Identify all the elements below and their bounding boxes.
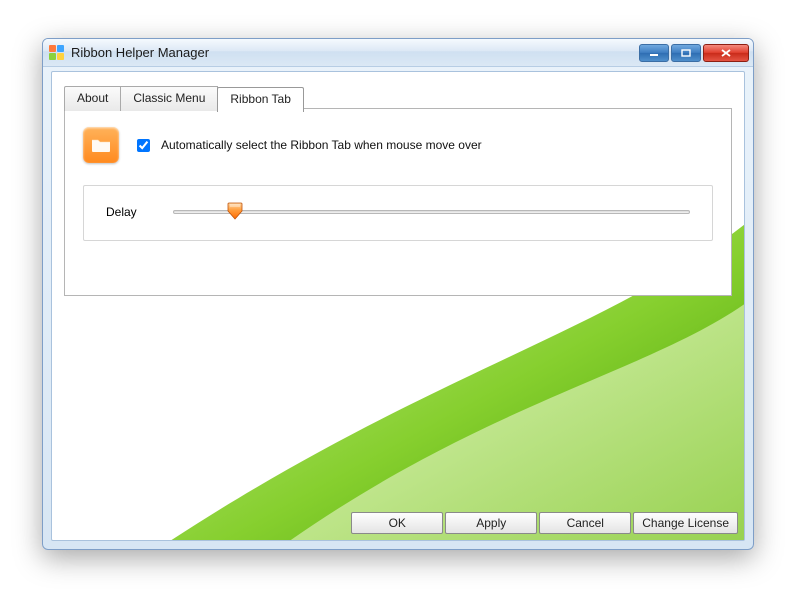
tabstrip: About Classic Menu Ribbon Tab [64, 86, 303, 111]
slider-track [173, 210, 690, 214]
titlebar[interactable]: Ribbon Helper Manager [43, 39, 753, 67]
button-label: Cancel [567, 516, 604, 530]
tab-ribbon-tab[interactable]: Ribbon Tab [217, 87, 304, 112]
client-area: About Classic Menu Ribbon Tab Automatica… [51, 71, 745, 541]
window-controls [637, 44, 749, 62]
slider-thumb-icon[interactable] [227, 202, 243, 220]
delay-group: Delay [83, 185, 713, 241]
change-license-button[interactable]: Change License [633, 512, 738, 534]
app-window: Ribbon Helper Manager [42, 38, 754, 550]
app-icon [49, 45, 65, 61]
auto-select-row: Automatically select the Ribbon Tab when… [83, 127, 713, 163]
minimize-icon [649, 49, 659, 57]
tab-label: Classic Menu [133, 91, 205, 105]
maximize-icon [681, 49, 691, 57]
folder-icon [83, 127, 119, 163]
button-label: Change License [642, 516, 729, 530]
button-bar: OK Apply Cancel Change License [351, 512, 738, 534]
tab-about[interactable]: About [64, 86, 121, 111]
close-button[interactable] [703, 44, 749, 62]
delay-slider[interactable] [173, 204, 690, 220]
window-title: Ribbon Helper Manager [71, 45, 637, 60]
tab-label: Ribbon Tab [230, 92, 291, 106]
close-icon [720, 48, 732, 58]
auto-select-label: Automatically select the Ribbon Tab when… [161, 138, 482, 152]
auto-select-checkbox[interactable] [137, 139, 150, 152]
delay-label: Delay [106, 205, 137, 219]
minimize-button[interactable] [639, 44, 669, 62]
tab-classic-menu[interactable]: Classic Menu [120, 86, 218, 111]
ok-button[interactable]: OK [351, 512, 443, 534]
cancel-button[interactable]: Cancel [539, 512, 631, 534]
apply-button[interactable]: Apply [445, 512, 537, 534]
tab-label: About [77, 91, 108, 105]
button-label: OK [389, 516, 406, 530]
button-label: Apply [476, 516, 506, 530]
maximize-button[interactable] [671, 44, 701, 62]
tab-panel: Automatically select the Ribbon Tab when… [64, 108, 732, 296]
